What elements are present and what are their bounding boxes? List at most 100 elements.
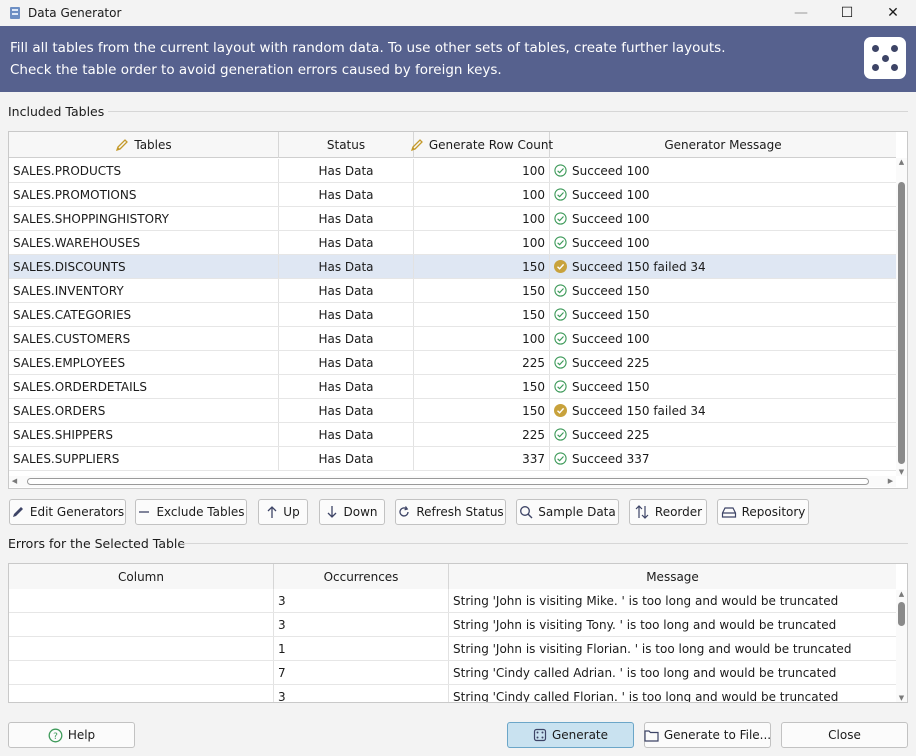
error-row[interactable]: 7 String 'Cindy called Adrian. ' is too l… (9, 661, 896, 685)
down-button[interactable]: Down (319, 499, 385, 525)
generator-message-text: Succeed 225 (572, 355, 650, 370)
up-button[interactable]: Up (258, 499, 308, 525)
generator-message-text: Succeed 150 failed 34 (572, 259, 706, 274)
generate-button[interactable]: Generate (507, 722, 634, 748)
generator-message-cell: Succeed 100 (550, 159, 896, 182)
generator-message-text: Succeed 100 (572, 163, 650, 178)
col-header-status[interactable]: Status (279, 132, 414, 158)
table-name-cell: SALES.PRODUCTS (9, 159, 279, 182)
row-count-cell[interactable]: 100 (414, 183, 550, 206)
table-row[interactable]: SALES.PROMOTIONS Has Data 100 Succeed 100 (9, 183, 896, 207)
arrow-up-icon (266, 505, 278, 519)
col-header-generator-message[interactable]: Generator Message (550, 132, 896, 158)
col-header-column[interactable]: Column (9, 564, 274, 590)
dice-icon (864, 37, 906, 79)
error-column-cell (9, 613, 274, 636)
success-check-icon (554, 308, 567, 321)
scroll-down-arrow-icon[interactable]: ▼ (896, 468, 907, 476)
exclude-tables-button[interactable]: Exclude Tables (135, 499, 247, 525)
error-row[interactable]: 1 String 'John is visiting Florian. ' is … (9, 637, 896, 661)
banner-line-2: Check the table order to avoid generatio… (10, 62, 502, 78)
table-row[interactable]: SALES.ORDERDETAILS Has Data 150 Succeed 150 (9, 375, 896, 399)
scroll-up-arrow-icon[interactable]: ▲ (896, 590, 907, 598)
table-row[interactable]: SALES.DISCOUNTS Has Data 150 Succeed 150 fa… (9, 255, 896, 279)
included-tables-label: Included Tables (8, 104, 105, 119)
table-row[interactable]: SALES.CATEGORIES Has Data 150 Succeed 150 (9, 303, 896, 327)
tables-scroll-thumb[interactable] (898, 182, 905, 464)
close-button[interactable]: Close (781, 722, 908, 748)
help-button[interactable]: ? Help (8, 722, 135, 748)
status-cell: Has Data (279, 399, 414, 422)
row-count-cell[interactable]: 150 (414, 279, 550, 302)
error-row[interactable]: 3 String 'Cindy called Florian. ' is too … (9, 685, 896, 702)
error-occurrences-cell: 3 (274, 589, 449, 612)
row-count-cell[interactable]: 100 (414, 207, 550, 230)
table-row[interactable]: SALES.WAREHOUSES Has Data 100 Succeed 100 (9, 231, 896, 255)
row-count-cell[interactable]: 150 (414, 303, 550, 326)
col-header-message[interactable]: Message (449, 564, 896, 590)
error-message-cell: String 'John is visiting Mike. ' is too … (453, 593, 839, 608)
row-count-cell[interactable]: 100 (414, 159, 550, 182)
table-name-cell: SALES.PROMOTIONS (9, 183, 279, 206)
error-row[interactable]: 3 String 'John is visiting Mike. ' is too… (9, 589, 896, 613)
sample-data-button[interactable]: Sample Data (516, 499, 619, 525)
tables-hscroll-thumb[interactable] (27, 478, 869, 485)
generate-to-file-button[interactable]: Generate to File... (644, 722, 771, 748)
status-cell: Has Data (279, 183, 414, 206)
table-row[interactable]: SALES.SUPPLIERS Has Data 337 Succeed 337 (9, 447, 896, 471)
row-count-cell[interactable]: 100 (414, 327, 550, 350)
table-row[interactable]: SALES.EMPLOYEES Has Data 225 Succeed 225 (9, 351, 896, 375)
errors-scroll-thumb[interactable] (898, 602, 905, 626)
row-count-cell[interactable]: 225 (414, 351, 550, 374)
info-banner: Fill all tables from the current layout … (0, 26, 916, 92)
col-header-occurrences[interactable]: Occurrences (274, 564, 449, 590)
close-window-button[interactable]: ✕ (870, 0, 916, 26)
errors-vertical-scrollbar[interactable]: ▲ ▼ (896, 590, 907, 702)
row-count-cell[interactable]: 150 (414, 255, 550, 278)
col-header-row-count[interactable]: Generate Row Count (410, 132, 553, 158)
minimize-button[interactable]: — (778, 0, 824, 26)
row-count-cell[interactable]: 337 (414, 447, 550, 470)
row-count-cell[interactable]: 150 (414, 375, 550, 398)
table-row[interactable]: SALES.PRODUCTS Has Data 100 Succeed 100 (9, 159, 896, 183)
tables-vertical-scrollbar[interactable]: ▲ ▼ (896, 158, 907, 476)
scroll-right-arrow-icon[interactable]: ▶ (885, 477, 896, 485)
row-count-cell[interactable]: 225 (414, 423, 550, 446)
error-column-cell (9, 637, 274, 660)
repository-button[interactable]: Repository (717, 499, 809, 525)
generator-message-cell: Succeed 150 failed 34 (550, 399, 896, 422)
col-header-column-label: Column (118, 570, 164, 584)
refresh-icon (397, 505, 411, 519)
table-row[interactable]: SALES.SHIPPERS Has Data 225 Succeed 225 (9, 423, 896, 447)
error-occurrences-cell: 1 (274, 637, 449, 660)
table-row[interactable]: SALES.SHOPPINGHISTORY Has Data 100 Succeed … (9, 207, 896, 231)
edit-generators-button[interactable]: Edit Generators (9, 499, 126, 525)
error-column-cell (9, 661, 274, 684)
row-count-cell[interactable]: 100 (414, 231, 550, 254)
section-divider (108, 111, 908, 112)
generator-message-cell: Succeed 100 (550, 231, 896, 254)
table-row[interactable]: SALES.INVENTORY Has Data 150 Succeed 150 (9, 279, 896, 303)
repository-button-label: Repository (741, 505, 806, 519)
error-column-cell (9, 589, 274, 612)
row-count-cell[interactable]: 150 (414, 399, 550, 422)
tables-grid-header: Tables Status Generate Row Count Generat… (9, 132, 896, 158)
error-row[interactable]: 3 String 'John is visiting Tony. ' is too… (9, 613, 896, 637)
reorder-button[interactable]: Reorder (629, 499, 707, 525)
success-check-icon (554, 356, 567, 369)
close-button-label: Close (828, 728, 861, 742)
col-header-tables[interactable]: Tables (9, 132, 279, 158)
generator-message-text: Succeed 150 (572, 283, 650, 298)
included-tables-grid: Tables Status Generate Row Count Generat… (8, 131, 908, 489)
error-column-cell (9, 685, 274, 702)
maximize-button[interactable]: ☐ (824, 0, 870, 26)
generator-message-cell: Succeed 150 (550, 279, 896, 302)
scroll-down-arrow-icon[interactable]: ▼ (896, 694, 907, 702)
table-row[interactable]: SALES.ORDERS Has Data 150 Succeed 150 faile… (9, 399, 896, 423)
table-row[interactable]: SALES.CUSTOMERS Has Data 100 Succeed 100 (9, 327, 896, 351)
refresh-status-button[interactable]: Refresh Status (395, 499, 506, 525)
scroll-up-arrow-icon[interactable]: ▲ (896, 158, 907, 166)
generate-button-label: Generate (551, 728, 609, 742)
tables-horizontal-scrollbar[interactable]: ◀ ▶ (9, 476, 896, 487)
scroll-left-arrow-icon[interactable]: ◀ (9, 477, 20, 485)
